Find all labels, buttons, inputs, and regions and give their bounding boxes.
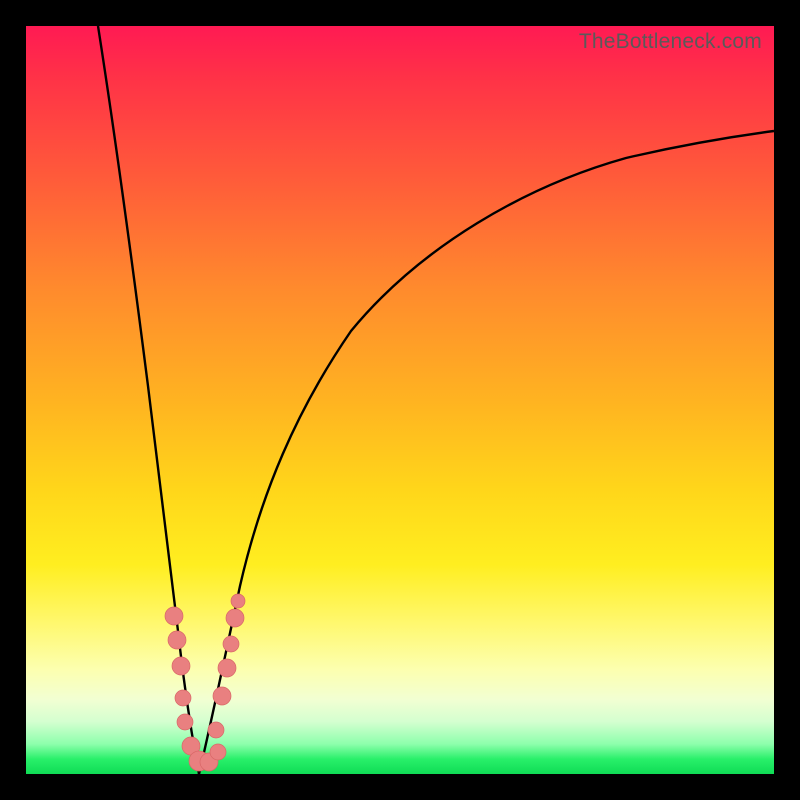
outer-frame: TheBottleneck.com [0, 0, 800, 800]
plot-area: TheBottleneck.com [26, 26, 774, 774]
curve-right-branch [199, 131, 774, 774]
data-point [208, 722, 224, 738]
data-point [175, 690, 191, 706]
watermark-text: TheBottleneck.com [579, 30, 762, 54]
data-point [172, 657, 190, 675]
data-point [218, 659, 236, 677]
data-point [210, 744, 226, 760]
data-point [213, 687, 231, 705]
data-point [177, 714, 193, 730]
data-point [231, 594, 245, 608]
data-point [226, 609, 244, 627]
data-point [223, 636, 239, 652]
data-point [168, 631, 186, 649]
curve-layer [26, 26, 774, 774]
data-point [165, 607, 183, 625]
